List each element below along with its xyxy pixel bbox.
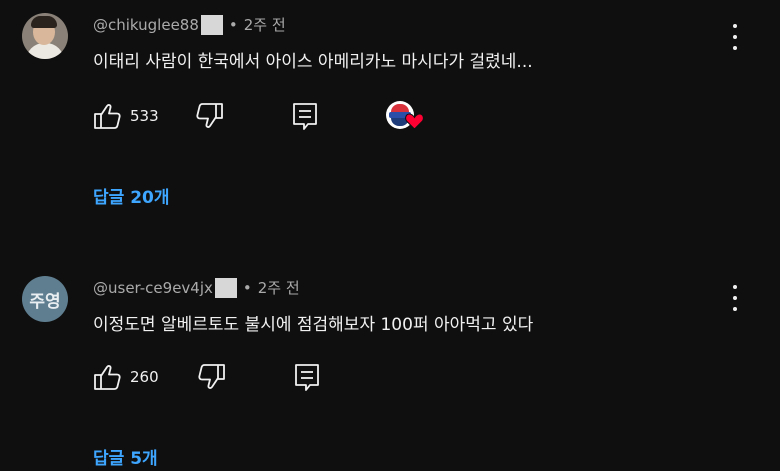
comment-time[interactable]: 2주 전 — [258, 277, 300, 298]
comment-actions: 533 — [92, 100, 319, 132]
comment-text: 이정도면 알베르토도 불시에 점검해보자 100퍼 아아먹고 있다 — [93, 315, 534, 335]
creator-heart-icon — [386, 101, 426, 135]
like-button[interactable]: 260 — [92, 363, 159, 391]
comment-time[interactable]: 2주 전 — [244, 14, 286, 35]
comment-meta: @user-ce9ev4jx • 2주 전 — [93, 277, 300, 298]
thumb-up-icon — [94, 104, 121, 129]
reply-icon — [294, 364, 319, 391]
like-button[interactable]: 533 — [92, 102, 159, 130]
commenter-handle[interactable]: @user-ce9ev4jx — [93, 279, 213, 297]
thumb-down-icon — [196, 103, 223, 128]
avatar-initials: 주영 — [29, 291, 61, 312]
view-replies-button[interactable]: 답글 20개 — [93, 183, 170, 208]
reply-icon — [292, 103, 317, 130]
separator-dot: • — [242, 278, 252, 297]
reply-button[interactable] — [293, 362, 321, 392]
commenter-avatar[interactable]: 주영 — [22, 276, 68, 322]
more-vert-icon[interactable] — [725, 285, 745, 311]
like-count: 260 — [130, 368, 159, 386]
separator-dot: • — [228, 15, 238, 34]
view-replies-button[interactable]: 답글 5개 — [93, 444, 158, 469]
thumb-up-icon — [94, 365, 121, 390]
dislike-button[interactable] — [197, 363, 227, 391]
commenter-avatar[interactable] — [22, 13, 68, 59]
comment-actions: 260 — [92, 361, 321, 393]
reply-button[interactable] — [291, 101, 319, 131]
heart-icon — [405, 113, 424, 130]
comment-text: 이태리 사람이 한국에서 아이스 아메리카노 마시다가 걸렸네... — [93, 52, 533, 72]
redaction-box — [214, 277, 237, 298]
comment-meta: @chikuglee88 • 2주 전 — [93, 14, 286, 35]
commenter-handle[interactable]: @chikuglee88 — [93, 16, 199, 34]
dislike-button[interactable] — [195, 102, 225, 130]
more-vert-icon[interactable] — [725, 24, 745, 50]
like-count: 533 — [130, 107, 159, 125]
redaction-box — [200, 14, 223, 35]
thumb-down-icon — [198, 364, 225, 389]
